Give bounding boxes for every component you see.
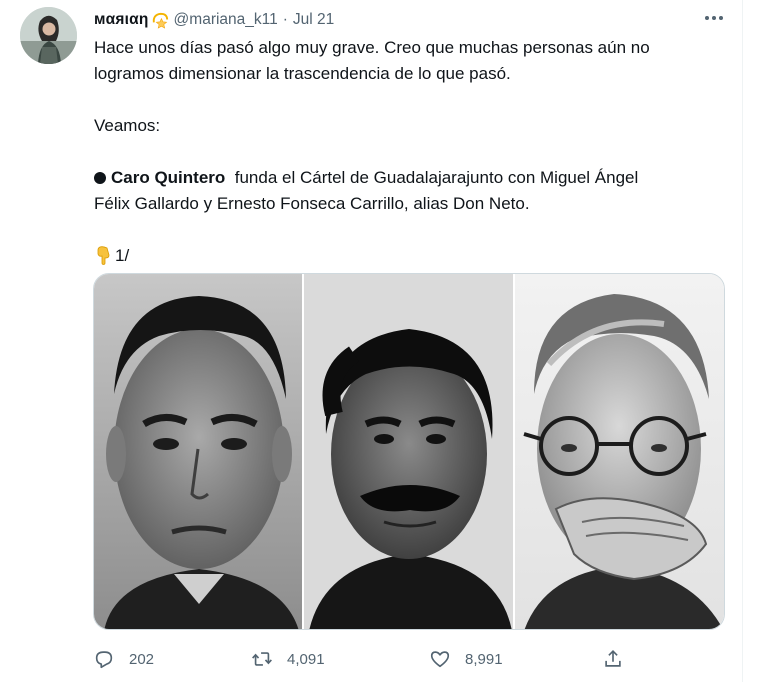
retweet-count: 4,091 [287, 650, 325, 668]
text-line: Veamos: [94, 116, 161, 135]
pointing-down-emoji-icon [94, 245, 114, 265]
text-span: funda el Cártel de Guadalajarajunto con … [225, 168, 639, 187]
display-name[interactable]: мαяιαη [94, 11, 149, 29]
text-line: Caro Quintero funda el Cártel de Guadala… [94, 165, 704, 191]
text-line: 1/ [94, 243, 704, 269]
portrait-left [94, 274, 303, 629]
tweet[interactable]: мαяιαη @mariana_k11 · Jul 21 Hace unos d… [0, 0, 742, 682]
tweet-actions: 202 4,091 8,991 [93, 644, 633, 674]
text-line: Félix Gallardo y Ernesto Fonseca Carrill… [94, 194, 530, 213]
tweet-date[interactable]: Jul 21 [293, 11, 334, 29]
reply-button[interactable]: 202 [93, 644, 154, 674]
like-button[interactable]: 8,991 [429, 644, 503, 674]
bullet-icon [94, 172, 106, 184]
avatar[interactable] [20, 7, 77, 64]
tweet-text: Hace unos días pasó algo muy grave. Creo… [94, 35, 704, 269]
text-line: Hace unos días pasó algo muy grave. Creo… [94, 38, 650, 57]
portrait-right [514, 274, 724, 629]
text-line: logramos dimensionar la trascendencia de… [94, 64, 511, 83]
more-options-icon[interactable] [699, 7, 729, 29]
column-divider [742, 0, 743, 682]
retweet-button[interactable]: 4,091 [251, 644, 325, 674]
separator-dot: · [282, 11, 288, 28]
tweet-media[interactable] [93, 273, 725, 630]
reply-icon [95, 651, 113, 669]
share-icon [605, 650, 621, 667]
bold-name: Caro Quintero [111, 168, 226, 187]
avatar-image [20, 7, 77, 64]
reply-count: 202 [129, 650, 155, 668]
thread-count: 1/ [115, 246, 130, 265]
retweet-icon [252, 652, 272, 666]
heart-icon [430, 651, 450, 668]
portrait-middle [303, 274, 514, 629]
share-button[interactable] [602, 644, 624, 674]
media-image [94, 274, 724, 629]
user-handle[interactable]: @mariana_k11 [174, 11, 278, 29]
tweet-header: мαяιαη @mariana_k11 · Jul 21 [94, 9, 334, 31]
like-count: 8,991 [465, 650, 503, 668]
dizzy-star-emoji-icon [151, 11, 170, 30]
